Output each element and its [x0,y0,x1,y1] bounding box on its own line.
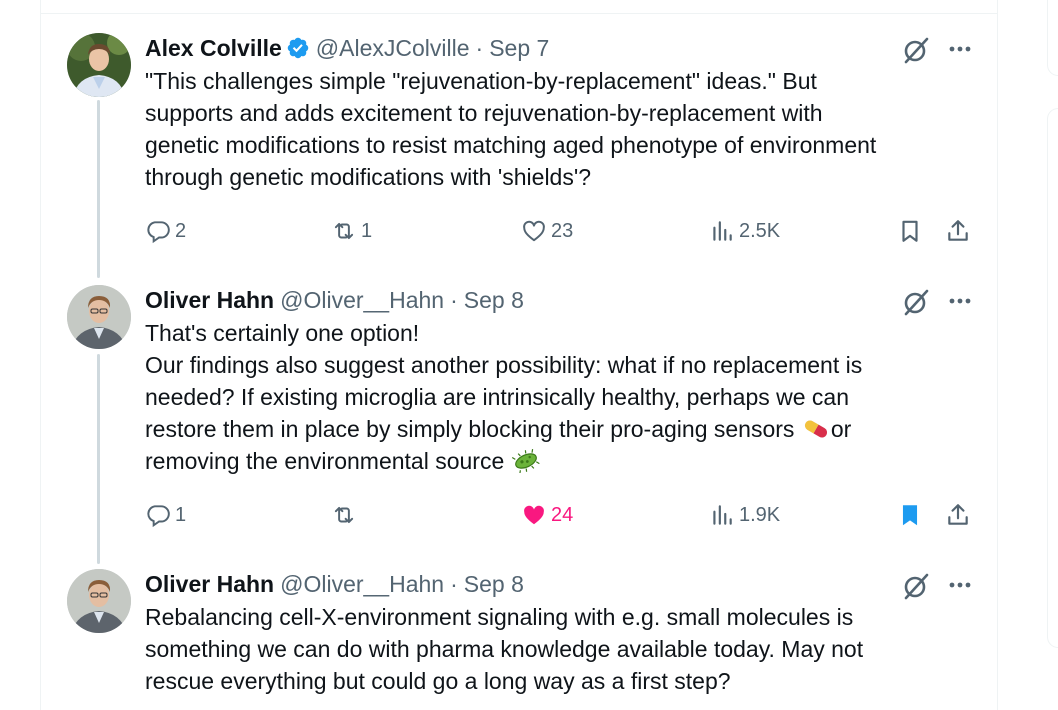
share-button[interactable] [945,498,971,532]
bookmark-button[interactable] [897,498,923,532]
heart-filled-icon [524,505,544,525]
views-icon [713,221,732,241]
tweet-text-fragment: restore them in place by simply blocking… [145,416,795,442]
right-sidebar-edge [1047,0,1058,710]
author-name[interactable]: Alex Colville [145,35,282,62]
views-icon [713,505,732,525]
tweet-text-line: something we can do with pharma knowledg… [145,636,864,662]
tweet-text: Rebalancing cell-X-environment signaling… [145,601,985,697]
tweet-text-line: restore them in place by simply blocking… [145,413,985,445]
tweet-header: Oliver Hahn @Oliver__Hahn · Sep 8 [145,285,524,315]
reply-button[interactable]: 1 [145,498,186,532]
tweet-date[interactable]: Sep 7 [489,35,549,62]
verified-badge-icon [286,36,310,60]
repost-icon [334,222,354,240]
tweet-text-line: supports and adds excitement to rejuvena… [145,100,823,126]
separator: · [450,570,458,597]
views-button[interactable]: 1.9K [709,498,780,532]
avatar[interactable] [67,569,131,633]
tweet-text-line: rescue everything but could go a long wa… [145,668,731,694]
avatar[interactable] [67,33,131,97]
sidebar-card [1047,0,1058,76]
tweet-text-line: through genetic modifications with 'shie… [145,164,592,190]
tweet-date[interactable]: Sep 8 [464,287,524,314]
author-name[interactable]: Oliver Hahn [145,287,274,314]
more-options-icon[interactable] [946,573,974,597]
like-count: 23 [551,219,574,242]
tweet-text-line: Rebalancing cell-X-environment signaling… [145,604,854,630]
bookmark-filled-icon [902,505,918,526]
bookmark-button[interactable] [897,214,923,248]
view-count: 2.5K [739,219,781,242]
repost-button[interactable] [331,498,361,532]
tweet[interactable]: Oliver Hahn @Oliver__Hahn · Sep 8 That's… [41,285,999,555]
tweet-text-fragment: or [830,416,852,442]
reply-count: 1 [175,503,187,526]
divider [41,13,997,14]
tweet-text-line: removing the environmental source [145,445,985,477]
like-button[interactable]: 24 [521,498,573,532]
repost-count: 1 [361,219,373,242]
grok-icon[interactable] [901,35,931,65]
share-button[interactable] [945,214,971,248]
views-button[interactable]: 2.5K [709,214,780,248]
tweet-text-line: Our findings also suggest another possib… [145,352,863,378]
action-bar: 1 24 1.9K [145,498,985,532]
repost-icon [334,506,354,524]
like-button[interactable]: 23 [521,214,573,248]
pill-emoji [801,417,831,441]
grok-icon[interactable] [901,571,931,601]
tweet-date[interactable]: Sep 8 [464,571,524,598]
grok-icon[interactable] [901,287,931,317]
tweet-text-line: needed? If existing microglia are intrin… [145,384,850,410]
share-icon [948,220,968,241]
tweet-text-line: genetic modifications to resist matching… [145,132,877,158]
author-handle[interactable]: @AlexJColville [316,35,470,62]
avatar[interactable] [67,285,131,349]
tweet-header: Oliver Hahn @Oliver__Hahn · Sep 8 [145,569,524,599]
tweet-text: That's certainly one option! Our finding… [145,317,985,477]
microbe-emoji [511,449,541,474]
reply-button[interactable]: 2 [145,214,186,248]
reply-count: 2 [175,219,187,242]
tweet[interactable]: Oliver Hahn @Oliver__Hahn · Sep 8 Rebala… [41,569,999,710]
repost-button[interactable]: 1 [331,214,372,248]
view-count: 1.9K [739,503,781,526]
tweet[interactable]: Alex Colville @AlexJColville · Sep 7 "Th… [41,33,999,263]
bookmark-icon [902,220,918,242]
tweet-text-fragment: removing the environmental source [145,448,505,474]
timeline-column: Alex Colville @AlexJColville · Sep 7 "Th… [40,0,998,710]
author-handle[interactable]: @Oliver__Hahn [280,571,444,598]
separator: · [450,286,458,313]
tweet-header: Alex Colville @AlexJColville · Sep 7 [145,33,549,63]
more-options-icon[interactable] [946,289,974,313]
reply-icon [147,221,170,244]
reply-icon [147,505,170,528]
author-name[interactable]: Oliver Hahn [145,571,274,598]
tweet-text: "This challenges simple "rejuvenation-by… [145,65,985,193]
heart-icon [523,220,545,242]
like-count: 24 [551,503,574,526]
separator: · [475,34,484,61]
more-options-icon[interactable] [946,37,974,61]
tweet-text-line: "This challenges simple "rejuvenation-by… [145,68,817,94]
share-icon [948,504,968,525]
author-handle[interactable]: @Oliver__Hahn [280,287,444,314]
sidebar-card [1047,108,1058,648]
action-bar: 2 1 23 2.5K [145,214,985,248]
tweet-text-line: That's certainly one option! [145,320,420,346]
